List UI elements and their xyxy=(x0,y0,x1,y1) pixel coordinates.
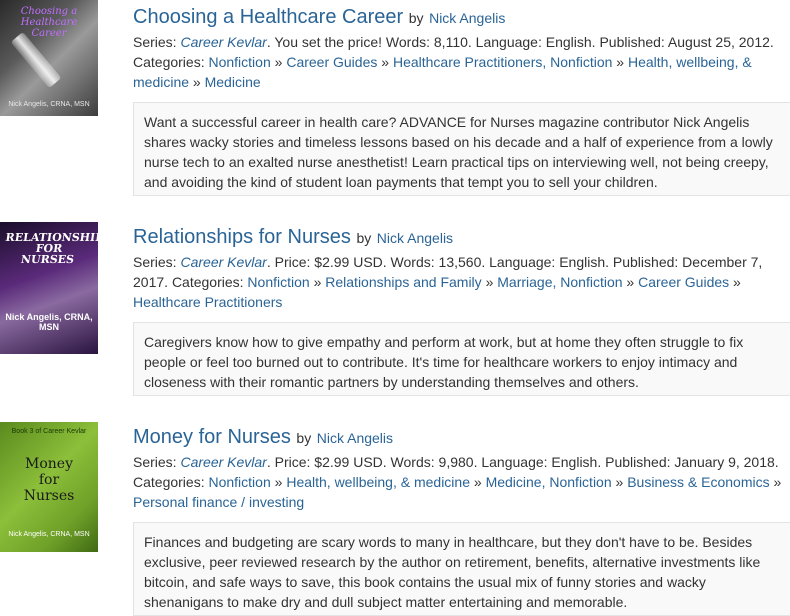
book-description: Finances and budgeting are scary words t… xyxy=(133,522,790,616)
book-description: Want a successful career in health care?… xyxy=(133,102,790,196)
category-separator: » xyxy=(485,274,494,290)
cover-title: Money for Nurses xyxy=(23,456,75,504)
cover-author: Nick Angelis, CRNA, MSN xyxy=(5,312,93,332)
category-separator: » xyxy=(615,474,624,490)
category-separator: » xyxy=(616,54,625,70)
title-line: Relationships for Nurses by Nick Angelis xyxy=(133,225,790,250)
meta-text: . You set the price! Words: 8,110. Langu… xyxy=(266,34,774,50)
category-link[interactable]: Marriage, Nonfiction xyxy=(497,274,622,290)
cover-title: RELATIONSHIPS FOR NURSES xyxy=(4,231,98,266)
test-tube-graphic xyxy=(10,31,62,89)
category-link[interactable]: Relationships and Family xyxy=(325,274,481,290)
author-link[interactable]: Nick Angelis xyxy=(317,430,393,446)
cover-author: Nick Angelis, CRNA, MSN xyxy=(8,101,90,108)
cover-author: Nick Angelis, CRNA, MSN xyxy=(8,531,90,538)
book-info: Relationships for Nurses by Nick Angelis… xyxy=(133,225,790,396)
book-title-link[interactable]: Money for Nurses xyxy=(133,426,291,448)
author-link[interactable]: Nick Angelis xyxy=(377,230,453,246)
book-title-link[interactable]: Relationships for Nurses xyxy=(133,226,351,248)
book-description: Caregivers know how to give empathy and … xyxy=(133,322,790,396)
series-link[interactable]: Career Kevlar xyxy=(180,254,266,270)
category-link[interactable]: Medicine xyxy=(205,74,261,90)
cover-title: Choosing a Healthcare Career xyxy=(20,6,78,39)
category-link[interactable]: Healthcare Practitioners, Nonfiction xyxy=(393,54,612,70)
category-link[interactable]: Nonfiction xyxy=(208,54,270,70)
category-separator: » xyxy=(733,274,741,290)
categories-label: Categories: xyxy=(171,274,244,290)
book-title-link[interactable]: Choosing a Healthcare Career xyxy=(133,6,403,28)
category-separator: » xyxy=(192,74,201,90)
book-meta: Series: Career Kevlar. Price: $2.99 USD.… xyxy=(133,252,790,312)
category-link[interactable]: Medicine, Nonfiction xyxy=(486,474,612,490)
category-separator: » xyxy=(473,474,482,490)
category-link[interactable]: Career Guides xyxy=(286,54,377,70)
category-separator: » xyxy=(274,474,283,490)
book-info: Money for Nurses by Nick Angelis Series:… xyxy=(133,425,790,616)
book-cover[interactable]: RELATIONSHIPS FOR NURSES Nick Angelis, C… xyxy=(0,222,98,354)
book-meta: Series: Career Kevlar. You set the price… xyxy=(133,32,790,92)
book-info: Choosing a Healthcare Career by Nick Ang… xyxy=(133,5,790,196)
series-label: Series: xyxy=(133,34,177,50)
author-link[interactable]: Nick Angelis xyxy=(429,10,505,26)
category-link[interactable]: Career Guides xyxy=(638,274,729,290)
category-link[interactable]: Healthcare Practitioners xyxy=(133,294,282,310)
by-label: by xyxy=(408,10,424,26)
category-link[interactable]: Health, wellbeing, & medicine xyxy=(286,474,470,490)
series-link[interactable]: Career Kevlar xyxy=(180,454,266,470)
categories-label: Categories: xyxy=(133,474,205,490)
by-label: by xyxy=(296,430,312,446)
title-line: Choosing a Healthcare Career by Nick Ang… xyxy=(133,5,790,30)
category-separator: » xyxy=(773,474,782,490)
category-separator: » xyxy=(626,274,635,290)
category-separator: » xyxy=(274,54,283,70)
book-cover[interactable]: Book 3 of Career Kevlar Money for Nurses… xyxy=(0,422,98,552)
book-cover[interactable]: Choosing a Healthcare Career Nick Angeli… xyxy=(0,0,98,116)
title-line: Money for Nurses by Nick Angelis xyxy=(133,425,790,450)
category-separator: » xyxy=(313,274,322,290)
category-link[interactable]: Nonfiction xyxy=(208,474,270,490)
cover-tag: Book 3 of Career Kevlar xyxy=(11,428,87,435)
category-link[interactable]: Nonfiction xyxy=(247,274,309,290)
categories-label: Categories: xyxy=(133,54,205,70)
category-link[interactable]: Business & Economics xyxy=(627,474,769,490)
meta-text: . Price: $2.99 USD. Words: 9,980. Langua… xyxy=(266,454,779,470)
category-separator: » xyxy=(381,54,390,70)
series-link[interactable]: Career Kevlar xyxy=(180,34,266,50)
series-label: Series: xyxy=(133,454,177,470)
category-link[interactable]: Personal finance / investing xyxy=(133,494,304,510)
book-meta: Series: Career Kevlar. Price: $2.99 USD.… xyxy=(133,452,790,512)
by-label: by xyxy=(356,230,372,246)
series-label: Series: xyxy=(133,254,177,270)
